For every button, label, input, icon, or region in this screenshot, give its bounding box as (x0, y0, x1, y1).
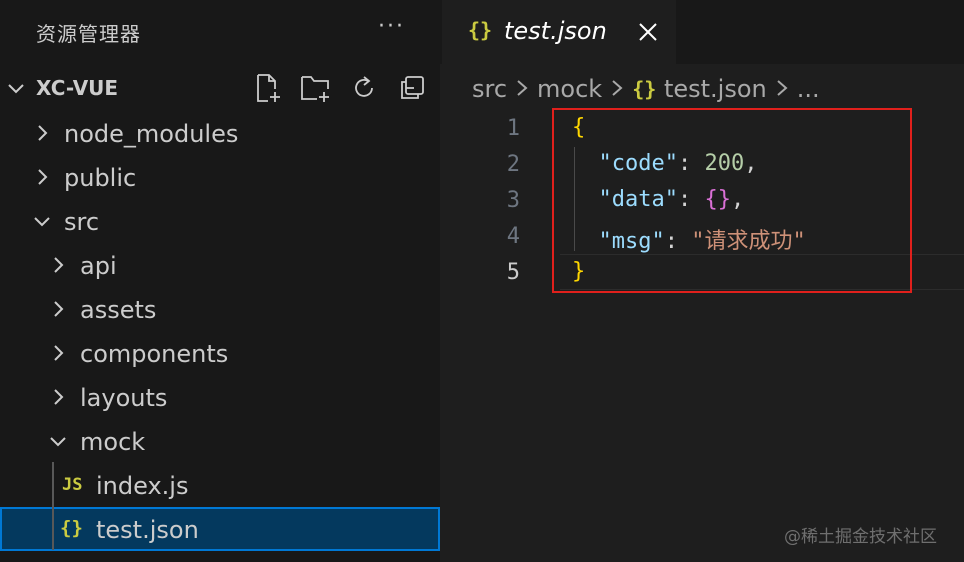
line-number: 1 (506, 116, 520, 141)
watermark: @稀土掘金技术社区 (784, 527, 937, 547)
line-number: 2 (506, 152, 520, 177)
tree-item-label: index.js (96, 472, 189, 500)
more-actions-icon[interactable]: ··· (378, 14, 405, 39)
chevron-right-icon (46, 331, 70, 375)
tree-item-index-js[interactable]: JS index.js (0, 463, 440, 507)
chevron-right-icon (46, 287, 70, 331)
tree-item-label: node_modules (64, 120, 239, 148)
annotation-box (552, 108, 912, 293)
tree-item-api[interactable]: api (0, 243, 440, 287)
tree-item-label: test.json (96, 516, 199, 544)
explorer-sidebar: 资源管理器 ··· XC-VUE node_modules public src… (0, 0, 440, 562)
line-number: 4 (506, 224, 520, 249)
json-file-icon: {} (632, 77, 657, 101)
breadcrumb-item[interactable]: test.json (664, 75, 767, 103)
explorer-actions (252, 72, 432, 104)
chevron-down-icon (4, 66, 28, 110)
tree-item-src[interactable]: src (0, 199, 440, 243)
tree-item-public[interactable]: public (0, 155, 440, 199)
breadcrumb-item[interactable]: src (472, 75, 507, 103)
chevron-down-icon (30, 199, 54, 243)
json-file-icon: {} (468, 18, 493, 42)
refresh-icon[interactable] (348, 72, 380, 104)
new-file-icon[interactable] (252, 72, 284, 104)
json-file-icon: {} (60, 517, 83, 539)
tree-item-node-modules[interactable]: node_modules (0, 111, 440, 155)
tree-item-label: components (80, 340, 229, 368)
tree-item-label: public (64, 164, 137, 192)
tree-item-mock[interactable]: mock (0, 419, 440, 463)
tree-item-components[interactable]: components (0, 331, 440, 375)
line-number: 3 (506, 188, 520, 213)
breadcrumb: src mock {} test.json... (472, 74, 820, 104)
explorer-header: 资源管理器 ··· (0, 0, 440, 64)
javascript-file-icon: JS (62, 475, 83, 495)
breadcrumb-item[interactable]: mock (537, 75, 602, 103)
collapse-all-icon[interactable] (396, 72, 428, 104)
breadcrumb-item[interactable]: ... (797, 75, 820, 103)
tree-item-label: layouts (80, 384, 168, 412)
tree-item-label: api (80, 252, 117, 280)
new-folder-icon[interactable] (300, 72, 332, 104)
chevron-right-icon (46, 243, 70, 287)
chevron-right-icon (515, 75, 529, 103)
tab-label[interactable]: test.json (504, 17, 607, 45)
tree-item-label: assets (80, 296, 157, 324)
chevron-right-icon (46, 375, 70, 419)
project-name: XC-VUE (36, 76, 119, 100)
tree-item-layouts[interactable]: layouts (0, 375, 440, 419)
tree-item-test-json[interactable]: {} test.json (0, 507, 440, 551)
explorer-title: 资源管理器 (36, 22, 141, 46)
tree-item-label: mock (80, 428, 146, 456)
chevron-right-icon (775, 75, 789, 103)
chevron-right-icon (30, 111, 54, 155)
chevron-right-icon (610, 75, 624, 103)
tree-item-label: src (64, 208, 100, 236)
tree-item-assets[interactable]: assets (0, 287, 440, 331)
chevron-down-icon (46, 419, 70, 463)
close-icon[interactable] (634, 18, 662, 46)
line-number: 5 (506, 260, 520, 285)
chevron-right-icon (30, 155, 54, 199)
indent-guide (52, 462, 54, 550)
